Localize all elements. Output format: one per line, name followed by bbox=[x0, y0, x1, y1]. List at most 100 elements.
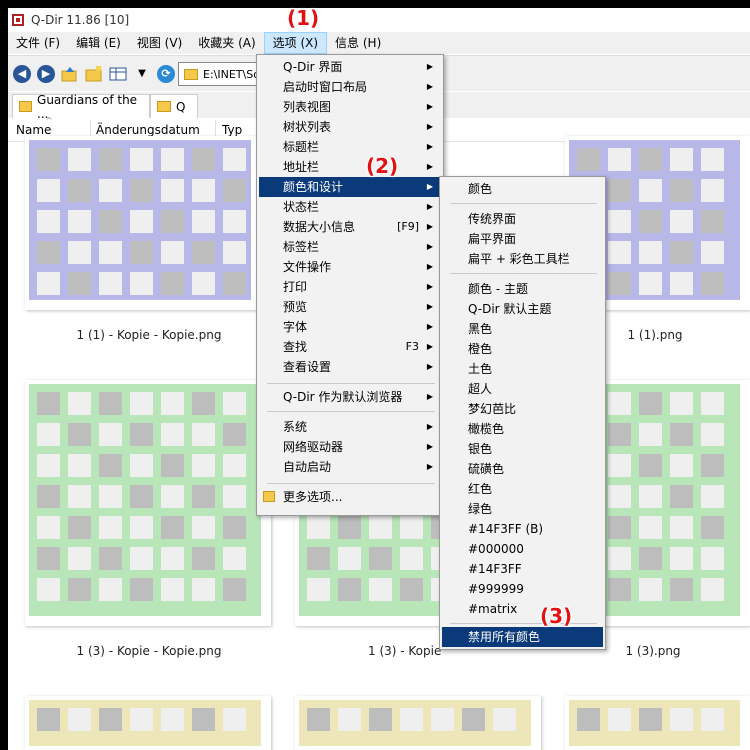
submenu-item-earth[interactable]: 土色 bbox=[442, 359, 603, 379]
submenu-item-default-theme[interactable]: Q-Dir 默认主题 bbox=[442, 299, 603, 319]
thumbnail-cell bbox=[608, 578, 631, 601]
file-name[interactable]: 1 (1).png bbox=[620, 328, 690, 342]
submenu-item-silver[interactable]: 银色 bbox=[442, 439, 603, 459]
menu-item-data-size[interactable]: 数据大小信息 [F9] ▶ bbox=[259, 217, 441, 237]
menu-item-list-view[interactable]: 列表视图 ▶ bbox=[259, 97, 441, 117]
thumbnail-cell bbox=[338, 708, 361, 731]
menu-info[interactable]: 信息 (H) bbox=[327, 32, 389, 54]
submenu-item-barbie[interactable]: 梦幻芭比 bbox=[442, 399, 603, 419]
thumbnail-cell bbox=[431, 708, 454, 731]
submenu-item-colors[interactable]: 颜色 bbox=[442, 179, 603, 199]
thumbnail-cell bbox=[701, 423, 724, 446]
submenu-item-color-theme[interactable]: 颜色 - 主题 bbox=[442, 279, 603, 299]
thumbnail-cell bbox=[68, 516, 91, 539]
thumbnail-cell bbox=[639, 272, 662, 295]
menu-item-status-bar[interactable]: 状态栏 ▶ bbox=[259, 197, 441, 217]
thumbnail[interactable] bbox=[295, 696, 541, 750]
app-icon bbox=[12, 14, 24, 26]
menu-item-default-browser[interactable]: Q-Dir 作为默认浏览器 ▶ bbox=[259, 387, 441, 407]
menu-label: 查找 bbox=[283, 340, 308, 354]
menu-item-startup-layout[interactable]: 启动时窗口布局 ▶ bbox=[259, 77, 441, 97]
menu-item-address-bar[interactable]: 地址栏 ▶ bbox=[259, 157, 441, 177]
submenu-item-999999[interactable]: #999999 bbox=[442, 579, 603, 599]
submenu-arrow-icon: ▶ bbox=[426, 392, 433, 401]
col-type[interactable]: Typ bbox=[222, 123, 242, 137]
file-name[interactable]: 1 (1) - Kopie - Kopie.png bbox=[25, 328, 273, 342]
thumbnail-cell bbox=[130, 392, 153, 415]
menu-item-qdir-ui[interactable]: Q-Dir 界面 ▶ bbox=[259, 57, 441, 77]
thumbnail-cell bbox=[161, 547, 184, 570]
submenu-item-sulfur[interactable]: 硫磺色 bbox=[442, 459, 603, 479]
submenu-item-red[interactable]: 红色 bbox=[442, 479, 603, 499]
thumbnail-cell bbox=[130, 578, 153, 601]
submenu-item-14f3ff-b[interactable]: #14F3FF (B) bbox=[442, 519, 603, 539]
submenu-item-black[interactable]: 黑色 bbox=[442, 319, 603, 339]
menu-label: 网络驱动器 bbox=[283, 440, 344, 454]
thumbnail[interactable] bbox=[25, 696, 271, 750]
thumbnail-cell bbox=[37, 423, 60, 446]
thumbnail-cell bbox=[130, 241, 153, 264]
menu-edit[interactable]: 编辑 (E) bbox=[68, 32, 129, 54]
thumbnail-cell bbox=[99, 392, 122, 415]
menu-item-file-ops[interactable]: 文件操作 ▶ bbox=[259, 257, 441, 277]
thumbnail-cell bbox=[192, 423, 215, 446]
thumbnail-cell bbox=[161, 485, 184, 508]
file-name[interactable]: 1 (3) - Kopie - Kopie.png bbox=[25, 644, 273, 658]
menu-item-find[interactable]: 查找 F3 ▶ bbox=[259, 337, 441, 357]
menu-favorites[interactable]: 收藏夹 (A) bbox=[190, 32, 263, 54]
menu-item-view-settings[interactable]: 查看设置 ▶ bbox=[259, 357, 441, 377]
menu-item-tree-list[interactable]: 树状列表 ▶ bbox=[259, 117, 441, 137]
thumbnail-cell bbox=[99, 516, 122, 539]
submenu-item-000000[interactable]: #000000 bbox=[442, 539, 603, 559]
thumbnail-cell bbox=[400, 547, 423, 570]
menu-item-tab-bar[interactable]: 标签栏 ▶ bbox=[259, 237, 441, 257]
menu-view[interactable]: 视图 (V) bbox=[129, 32, 190, 54]
submenu-item-disable-colors[interactable]: 禁用所有颜色 bbox=[442, 627, 603, 647]
thumbnail-cell bbox=[37, 547, 60, 570]
submenu-item-green[interactable]: 绿色 bbox=[442, 499, 603, 519]
refresh-button[interactable]: ⟳ bbox=[156, 64, 176, 84]
thumbnail-cell bbox=[223, 179, 246, 202]
menu-item-more-options[interactable]: 更多选项... bbox=[259, 487, 441, 507]
thumbnail-cell bbox=[307, 516, 330, 539]
menu-item-colors-design[interactable]: 颜色和设计 ▶ bbox=[259, 177, 441, 197]
submenu-item-superman[interactable]: 超人 bbox=[442, 379, 603, 399]
menu-item-title-bar[interactable]: 标题栏 ▶ bbox=[259, 137, 441, 157]
menu-options[interactable]: 选项 (X) bbox=[263, 32, 328, 54]
menu-label: 列表视图 bbox=[283, 100, 332, 114]
options-menu: Q-Dir 界面 ▶ 启动时窗口布局 ▶ 列表视图 ▶ 树状列表 ▶ 标题栏 ▶ 地址栏 ▶… bbox=[256, 54, 444, 516]
view-mode-button[interactable] bbox=[108, 64, 128, 84]
thumbnail-cell bbox=[99, 578, 122, 601]
menu-item-preview[interactable]: 预览 ▶ bbox=[259, 297, 441, 317]
file-name[interactable]: 1 (3).png bbox=[608, 644, 698, 658]
view-dropdown-button[interactable]: ▼ bbox=[132, 64, 152, 84]
submenu-item-olive[interactable]: 橄榄色 bbox=[442, 419, 603, 439]
thumbnail-cell bbox=[338, 516, 361, 539]
menu-item-print[interactable]: 打印 ▶ bbox=[259, 277, 441, 297]
submenu-item-matrix[interactable]: #matrix bbox=[442, 599, 603, 619]
submenu-item-flat-ui[interactable]: 扁平界面 bbox=[442, 229, 603, 249]
submenu-item-14f3ff[interactable]: #14F3FF bbox=[442, 559, 603, 579]
menu-item-font[interactable]: 字体 ▶ bbox=[259, 317, 441, 337]
thumbnail-cell bbox=[161, 516, 184, 539]
refresh-icon: ⟳ bbox=[157, 64, 175, 83]
tab-guardians[interactable]: Guardians of the ... bbox=[12, 93, 150, 121]
thumbnail[interactable] bbox=[565, 696, 750, 750]
menu-item-autostart[interactable]: 自动启动 ▶ bbox=[259, 457, 441, 477]
thumbnail[interactable] bbox=[25, 380, 271, 626]
thumbnail[interactable] bbox=[25, 136, 261, 310]
menu-item-network-drive[interactable]: 网络驱动器 ▶ bbox=[259, 437, 441, 457]
forward-button[interactable]: ▶ bbox=[36, 64, 56, 84]
col-name[interactable]: Name bbox=[16, 123, 51, 137]
submenu-item-flat-color-toolbar[interactable]: 扁平 + 彩色工具栏 bbox=[442, 249, 603, 269]
tab-q[interactable]: Q bbox=[150, 94, 198, 118]
new-folder-button[interactable] bbox=[84, 64, 104, 84]
menu-item-system[interactable]: 系统 ▶ bbox=[259, 417, 441, 437]
thumbnail-cell bbox=[701, 547, 724, 570]
up-button[interactable] bbox=[60, 64, 80, 84]
back-button[interactable]: ◀ bbox=[12, 64, 32, 84]
col-date[interactable]: Änderungsdatum bbox=[96, 123, 200, 137]
menu-file[interactable]: 文件 (F) bbox=[8, 32, 68, 54]
submenu-item-classic-ui[interactable]: 传统界面 bbox=[442, 209, 603, 229]
submenu-item-orange[interactable]: 橙色 bbox=[442, 339, 603, 359]
